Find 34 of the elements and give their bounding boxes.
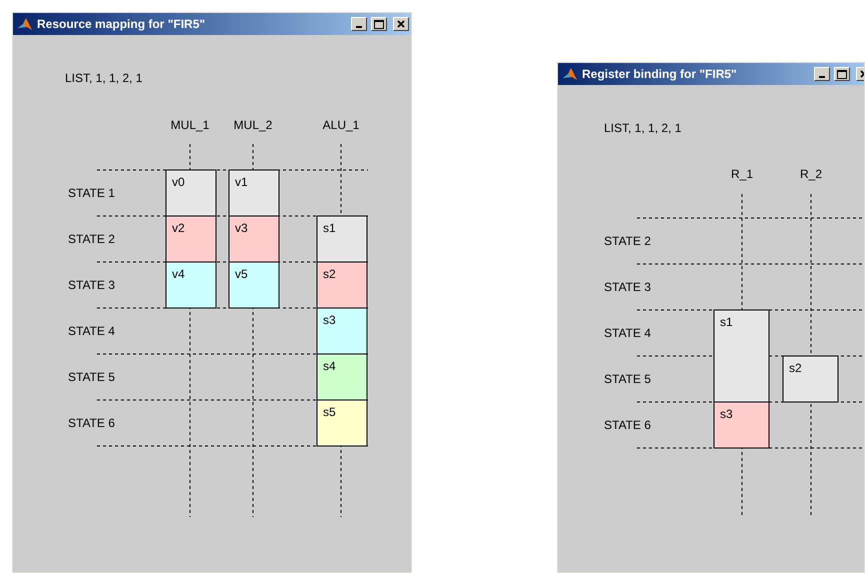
column-label: R_2 (800, 167, 822, 181)
state-label: STATE 2 (68, 232, 115, 246)
state-label: STATE 1 (68, 186, 115, 200)
window-title: Register binding for "FIR5" (582, 66, 737, 83)
block-label: s3 (323, 313, 336, 327)
state-label: STATE 5 (604, 372, 651, 386)
block-label: v3 (235, 221, 248, 235)
block-label: v0 (172, 175, 185, 189)
state-label: STATE 5 (68, 370, 115, 384)
state-label: STATE 4 (604, 326, 651, 340)
block-label: s4 (323, 359, 336, 373)
state-label: STATE 6 (604, 418, 651, 432)
block-label: v4 (172, 267, 185, 281)
block-label: v2 (172, 221, 185, 235)
block-label: s5 (323, 405, 336, 419)
window-title: Resource mapping for "FIR5" (37, 16, 206, 33)
state-label: STATE 6 (68, 416, 115, 430)
block-label: v5 (235, 267, 248, 281)
block-label: s3 (720, 407, 733, 421)
list-label: LIST, 1, 1, 2, 1 (604, 121, 682, 135)
block-label: s1 (720, 315, 733, 329)
state-label: STATE 4 (68, 324, 115, 338)
column-label: MUL_1 (170, 118, 210, 132)
state-label: STATE 2 (604, 234, 651, 248)
column-label: ALU_1 (322, 118, 360, 132)
block-label: v1 (235, 175, 248, 189)
column-label: R_1 (731, 167, 753, 181)
state-label: STATE 3 (604, 280, 651, 294)
list-label: LIST, 1, 1, 2, 1 (65, 71, 142, 85)
block-label: s1 (323, 221, 336, 235)
block-label: s2 (789, 361, 802, 375)
column-label: MUL_2 (234, 118, 272, 132)
block-label: s2 (323, 267, 336, 281)
state-label: STATE 3 (68, 278, 115, 292)
